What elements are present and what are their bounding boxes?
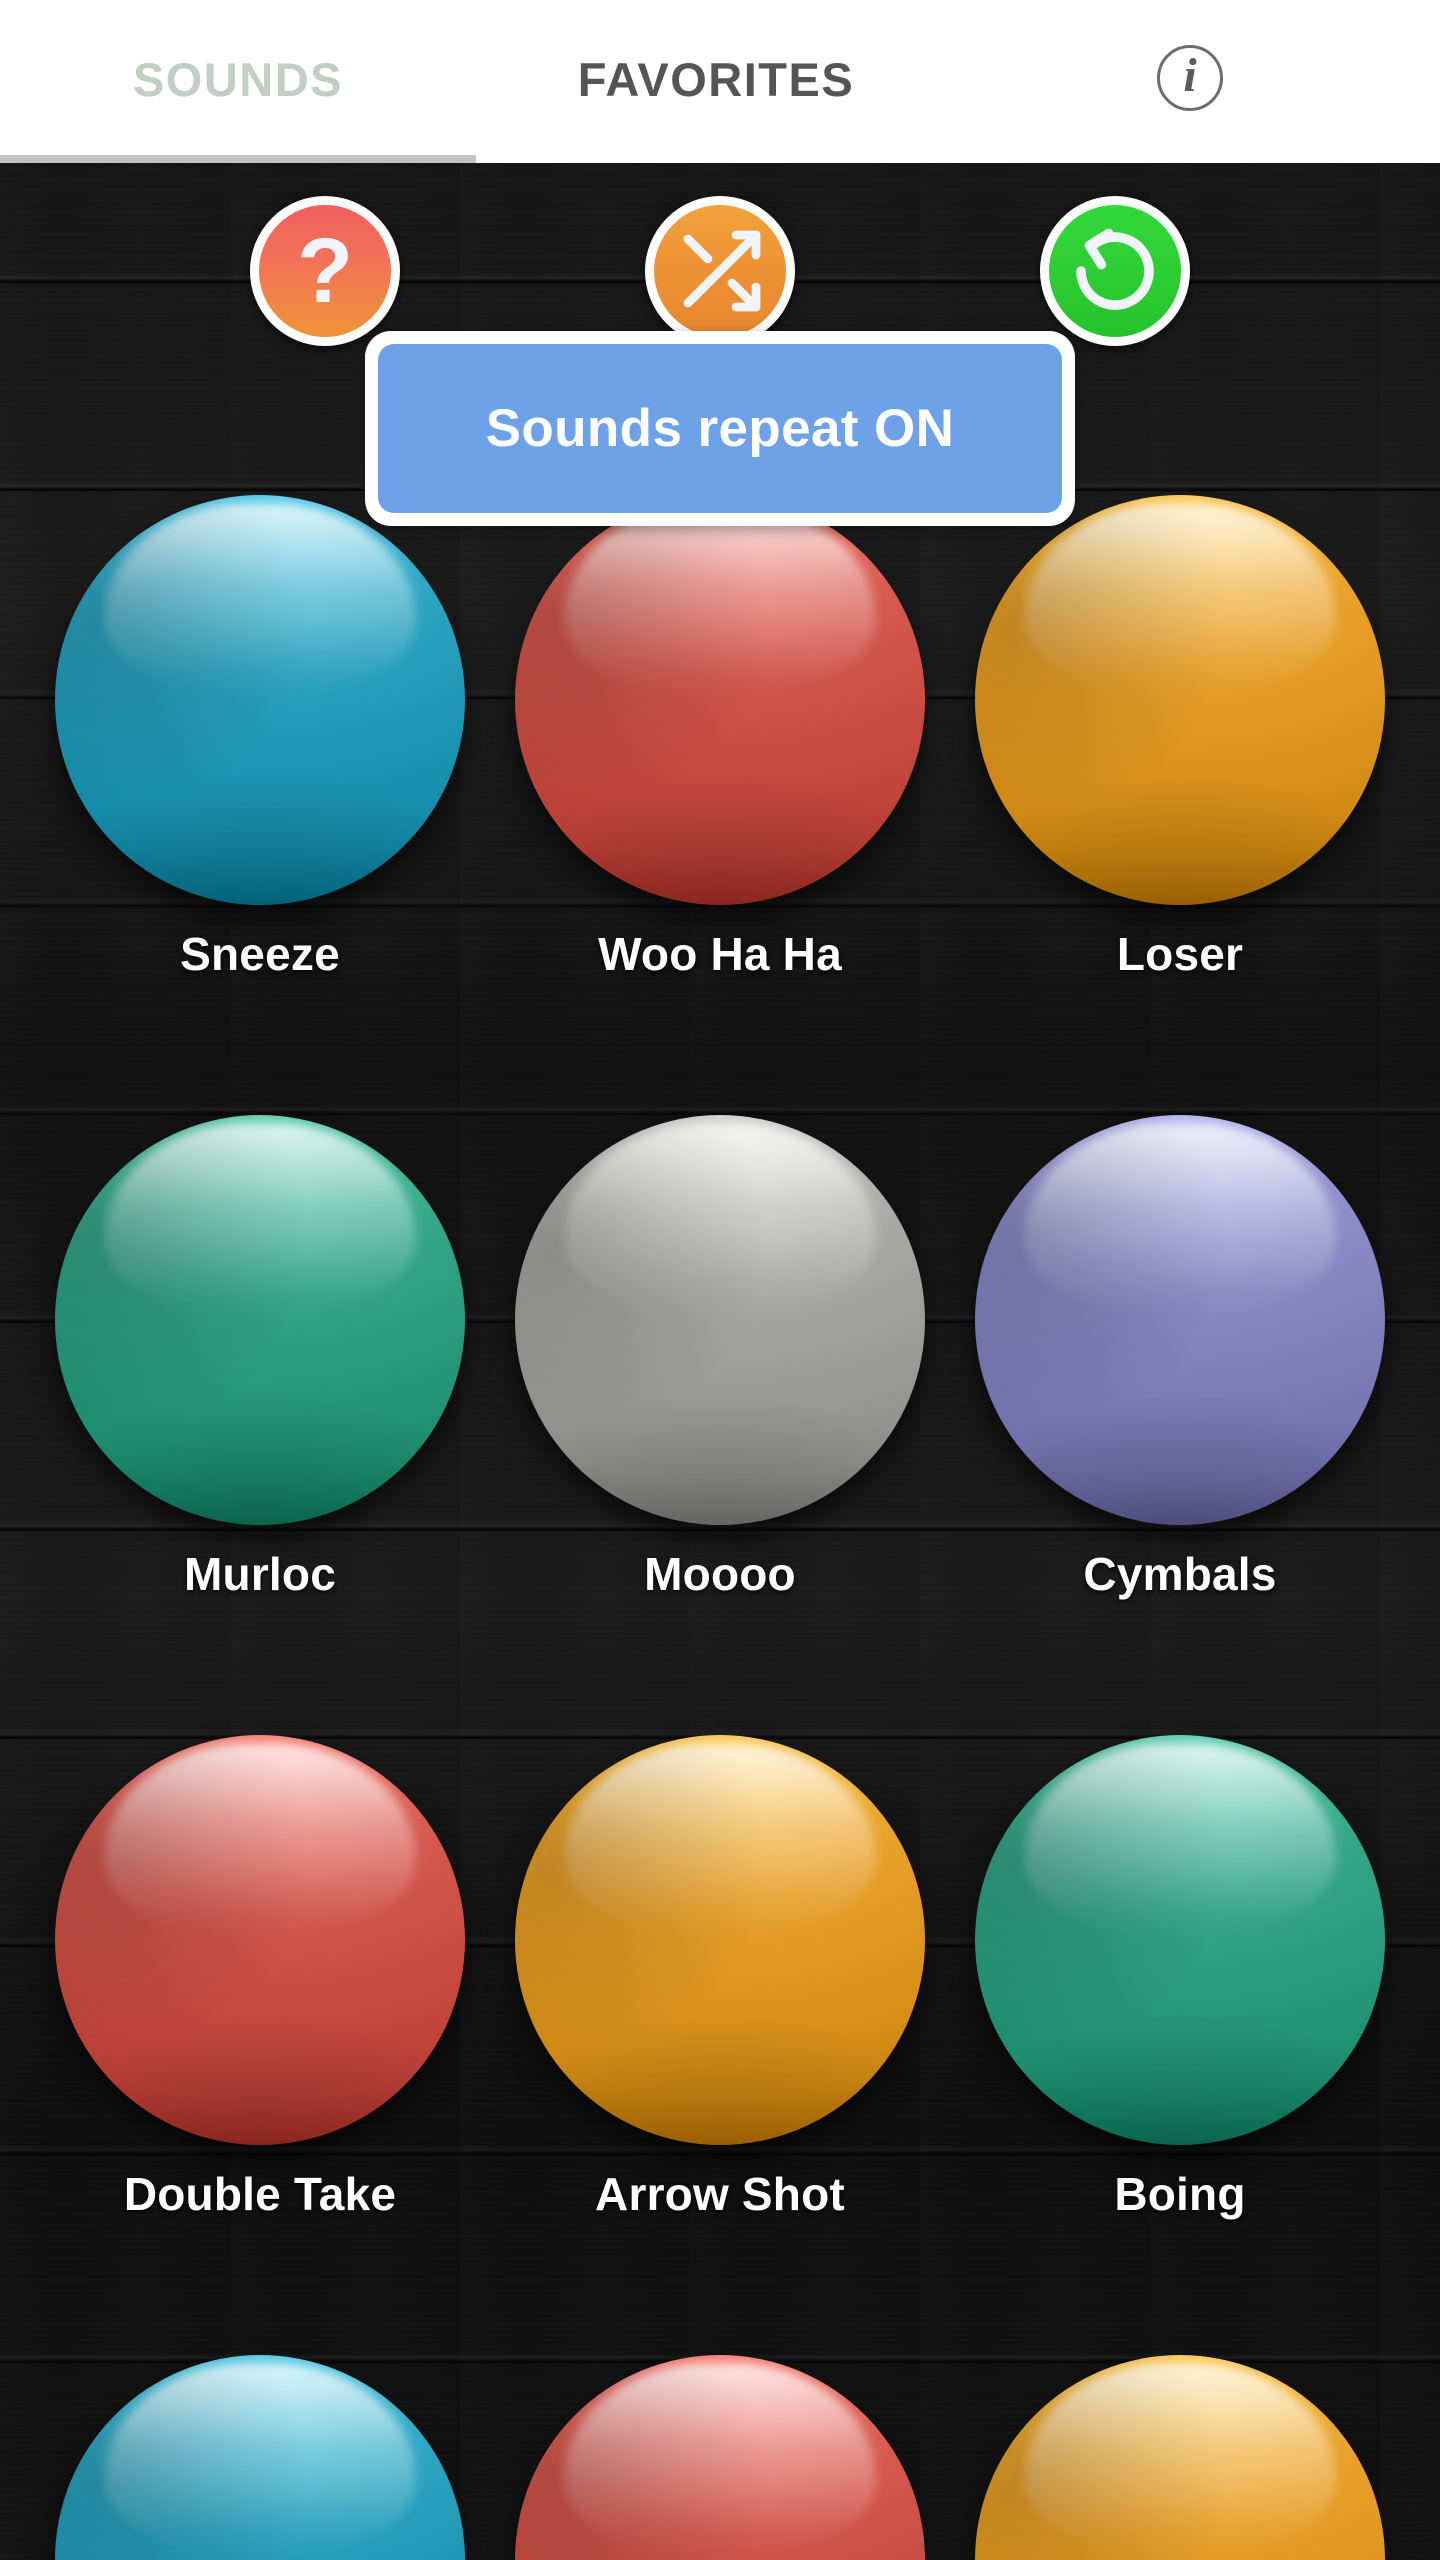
sound-cell [970,2355,1390,2560]
sound-cell [510,2355,930,2560]
sound-label: Loser [1116,928,1244,980]
sound-cell: Woo Ha Ha [510,495,930,981]
toast-body: Sounds repeat ON [378,344,1062,513]
sound-label: Boing [1114,2168,1246,2220]
tab-bar: SOUNDS FAVORITES i [0,0,1440,163]
sound-button[interactable] [515,1115,925,1525]
info-icon-glyph: i [1183,49,1197,102]
sound-cell: Sneeze [50,495,470,981]
tab-favorites[interactable]: FAVORITES [476,0,956,158]
soundboard-app: SOUNDS FAVORITES i ? Sneeze Woo Ha Ha Lo… [0,0,1440,2560]
sound-label: Moooo [644,1548,796,1600]
sound-button[interactable] [515,495,925,905]
question-mark-icon: ? [296,220,354,322]
sound-button[interactable] [975,2355,1385,2560]
sound-button[interactable] [515,2355,925,2560]
toast-message: Sounds repeat ON [485,399,955,458]
sound-button[interactable] [975,1735,1385,2145]
sound-button[interactable] [975,495,1385,905]
sound-cell: Cymbals [970,1115,1390,1601]
sound-cell: Moooo [510,1115,930,1601]
sound-cell: Loser [970,495,1390,981]
sound-button[interactable] [55,495,465,905]
sound-button[interactable] [975,1115,1385,1525]
help-button[interactable]: ? [250,196,400,346]
repeat-loop-icon [1076,228,1154,310]
tab-sounds[interactable]: SOUNDS [0,0,476,158]
sound-cell [50,2355,470,2560]
info-icon: i [1157,45,1223,111]
sound-label: Cymbals [1083,1548,1277,1600]
sound-button[interactable] [55,1735,465,2145]
sound-label: Double Take [123,2168,397,2220]
repeat-button[interactable] [1040,196,1190,346]
sound-label: Woo Ha Ha [598,928,842,980]
sound-cell: Boing [970,1735,1390,2221]
sound-label: Sneeze [180,928,340,980]
sound-button[interactable] [55,2355,465,2560]
random-button[interactable] [645,196,795,346]
shuffle-icon [683,230,761,312]
toast-notification: Sounds repeat ON [365,331,1075,526]
sound-label: Murloc [184,1548,336,1600]
sound-cell: Murloc [50,1115,470,1601]
tab-active-indicator [0,155,476,163]
sound-button[interactable] [515,1735,925,2145]
sound-cell: Arrow Shot [510,1735,930,2221]
sound-cell: Double Take [50,1735,470,2221]
sound-button[interactable] [55,1115,465,1525]
sound-label: Arrow Shot [595,2168,845,2220]
info-button[interactable]: i [1152,40,1228,116]
soundboard-panel: ? Sneeze Woo Ha Ha Loser Murloc Moooo Cymbals… [0,163,1440,2560]
